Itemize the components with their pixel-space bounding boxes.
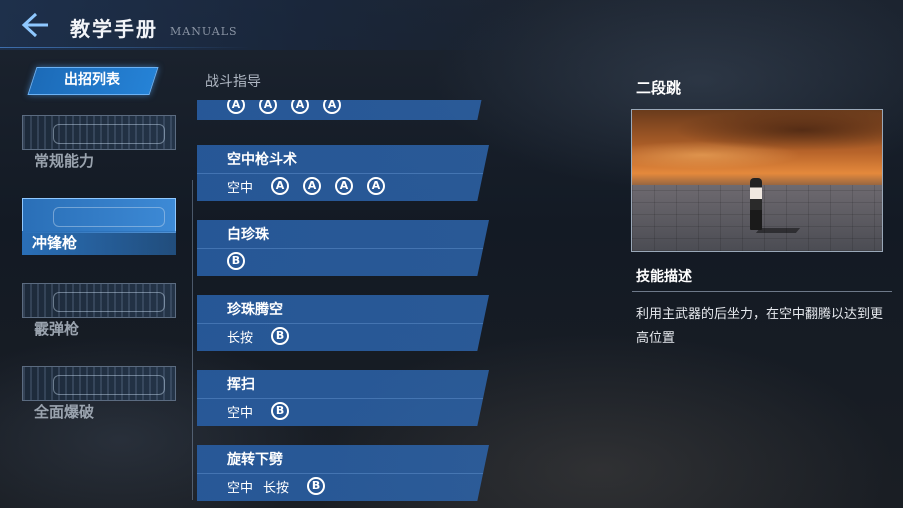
skill-inputs: B: [227, 250, 245, 272]
weapon-full-blast-image: [22, 366, 176, 401]
skill-name: 空中枪斗术: [227, 152, 297, 168]
page-title: 教学手册: [70, 17, 158, 41]
skill-name: 旋转下劈: [227, 452, 283, 468]
skill-preview-image: [631, 109, 883, 252]
back-arrow-icon[interactable]: [18, 10, 52, 40]
button-b-icon: B: [271, 402, 290, 420]
tab-combat-guide[interactable]: 战斗指导: [205, 71, 261, 91]
shotgun-icon: [53, 292, 165, 312]
weapon-label: 常规能力: [34, 152, 95, 170]
launcher-icon: [53, 375, 165, 395]
skill-row[interactable]: 挥扫空中 B: [197, 370, 489, 426]
weapon-label: 冲锋枪: [22, 231, 176, 255]
input-modifier: 空中: [227, 480, 254, 496]
description-divider: [632, 291, 892, 292]
button-a-icon: A: [367, 177, 386, 195]
skill-name: 白珍珠: [227, 227, 269, 243]
weapon-label: 霰弹枪: [34, 320, 80, 338]
skill-inputs: 空中 长按 B: [227, 475, 326, 497]
list-scrollbar[interactable]: [192, 180, 193, 500]
skill-inputs: 长按 B: [227, 325, 290, 347]
skill-list[interactable]: A A A A 空中枪斗术 空中 A A A A 白珍珠 B 珍珠腾空 长按 B 挥扫 空中 B 旋转下劈 空中 长按 B: [197, 100, 497, 508]
skill-name: 珍珠腾空: [227, 302, 283, 318]
weapon-basic-image: [22, 115, 176, 150]
weapon-basic-abilities[interactable]: 常规能力: [22, 115, 176, 175]
weapon-smg[interactable]: 冲锋枪: [22, 198, 176, 258]
button-a-icon: A: [323, 100, 341, 114]
button-a-icon: A: [303, 177, 322, 195]
input-modifier: 长按: [227, 330, 254, 346]
skill-inputs: 空中 A A A A: [227, 175, 386, 197]
button-a-icon: A: [259, 100, 277, 114]
smg-icon: [53, 207, 165, 227]
skill-description-text: 利用主武器的后坐力，在空中翻腾以达到更高位置: [636, 307, 884, 346]
button-a-icon: A: [271, 177, 290, 195]
skill-row[interactable]: 旋转下劈空中 长按 B: [197, 445, 489, 501]
input-modifier: 长按: [263, 480, 290, 496]
skill-row[interactable]: 空中枪斗术 空中 A A A A: [197, 145, 489, 201]
skill-row[interactable]: 白珍珠 B: [197, 220, 489, 276]
skill-row[interactable]: 珍珠腾空长按 B: [197, 295, 489, 351]
button-a-icon: A: [335, 177, 354, 195]
skill-inputs: AAAA: [227, 100, 341, 116]
skill-detail-title: 二段跳: [636, 79, 682, 97]
weapon-glyph-icon: [53, 124, 165, 144]
weapon-label: 全面爆破: [34, 403, 95, 421]
character-figure: [750, 178, 762, 230]
weapon-shotgun[interactable]: 霰弹枪: [22, 283, 176, 343]
weapon-full-blast[interactable]: 全面爆破: [22, 366, 176, 426]
button-a-icon: A: [291, 100, 309, 114]
skill-row[interactable]: AAAA: [197, 100, 489, 120]
button-b-icon: B: [271, 327, 290, 345]
skill-inputs: 空中 B: [227, 400, 290, 422]
weapon-smg-image: [22, 198, 176, 233]
skill-name: 挥扫: [227, 377, 255, 393]
input-modifier: 空中: [227, 405, 254, 421]
page-subtitle: MANUALS: [170, 25, 238, 38]
skill-description-label: 技能描述: [636, 269, 692, 285]
input-modifier: 空中: [227, 180, 254, 196]
weapon-shotgun-image: [22, 283, 176, 318]
tab-move-list-label: 出招列表: [64, 72, 120, 88]
button-b-icon: B: [227, 252, 245, 270]
button-a-icon: A: [227, 100, 245, 114]
header-divider: [0, 47, 250, 48]
button-b-icon: B: [307, 477, 326, 495]
